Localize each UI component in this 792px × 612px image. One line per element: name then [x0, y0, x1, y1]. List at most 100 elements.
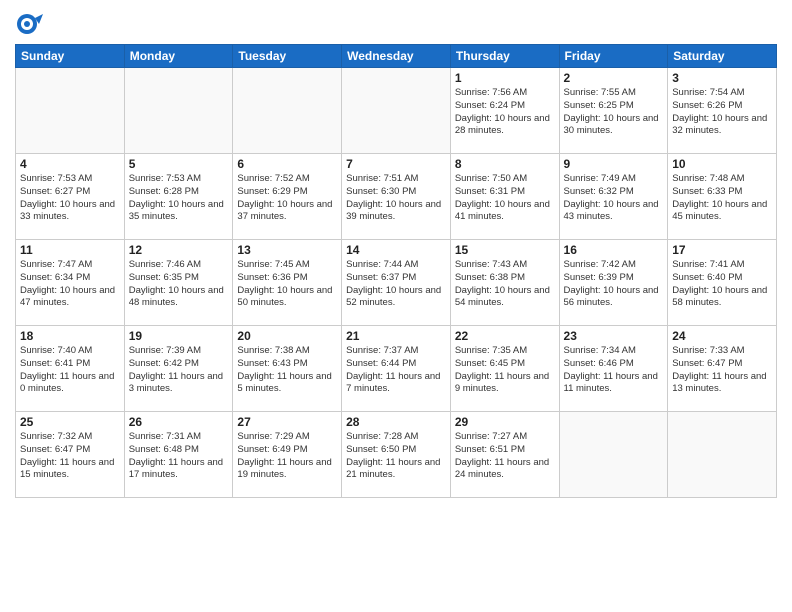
- day-detail: Sunrise: 7:37 AM Sunset: 6:44 PM Dayligh…: [346, 345, 446, 396]
- calendar-cell: 21 Sunrise: 7:37 AM Sunset: 6:44 PM Dayli…: [342, 326, 451, 412]
- day-number: 6: [237, 157, 337, 171]
- day-detail: Sunrise: 7:27 AM Sunset: 6:51 PM Dayligh…: [455, 431, 555, 482]
- day-detail: Sunrise: 7:43 AM Sunset: 6:38 PM Dayligh…: [455, 259, 555, 310]
- calendar-cell: 28 Sunrise: 7:28 AM Sunset: 6:50 PM Dayli…: [342, 412, 451, 498]
- calendar-cell: [124, 68, 233, 154]
- calendar-cell: 3Sunrise: 7:54 AM Sunset: 6:26 PM Daylig…: [668, 68, 777, 154]
- day-detail: Sunrise: 7:44 AM Sunset: 6:37 PM Dayligh…: [346, 259, 446, 310]
- calendar-cell: 26Sunrise: 7:31 AM Sunset: 6:48 PM Dayli…: [124, 412, 233, 498]
- day-number: 12: [129, 243, 229, 257]
- calendar-cell: 18 Sunrise: 7:40 AM Sunset: 6:41 PM Dayli…: [16, 326, 125, 412]
- day-detail: Sunrise: 7:56 AM Sunset: 6:24 PM Dayligh…: [455, 87, 555, 138]
- day-number: 13: [237, 243, 337, 257]
- calendar-cell: 27 Sunrise: 7:29 AM Sunset: 6:49 PM Dayli…: [233, 412, 342, 498]
- week-row-5: 25 Sunrise: 7:32 AM Sunset: 6:47 PM Dayli…: [16, 412, 777, 498]
- day-detail: Sunrise: 7:35 AM Sunset: 6:45 PM Dayligh…: [455, 345, 555, 396]
- weekday-header-friday: Friday: [559, 45, 668, 68]
- day-detail: Sunrise: 7:48 AM Sunset: 6:33 PM Dayligh…: [672, 173, 772, 224]
- calendar-cell: 24 Sunrise: 7:33 AM Sunset: 6:47 PM Dayli…: [668, 326, 777, 412]
- calendar-cell: 23 Sunrise: 7:34 AM Sunset: 6:46 PM Dayli…: [559, 326, 668, 412]
- day-number: 25: [20, 415, 120, 429]
- day-detail: Sunrise: 7:28 AM Sunset: 6:50 PM Dayligh…: [346, 431, 446, 482]
- day-number: 23: [564, 329, 664, 343]
- logo-icon: [15, 10, 43, 38]
- day-number: 29: [455, 415, 555, 429]
- calendar-header: SundayMondayTuesdayWednesdayThursdayFrid…: [16, 45, 777, 68]
- logo: [15, 10, 47, 38]
- day-number: 2: [564, 71, 664, 85]
- day-number: 10: [672, 157, 772, 171]
- calendar-cell: 9 Sunrise: 7:49 AM Sunset: 6:32 PM Daylig…: [559, 154, 668, 240]
- day-detail: Sunrise: 7:54 AM Sunset: 6:26 PM Dayligh…: [672, 87, 772, 138]
- calendar-cell: 13Sunrise: 7:45 AM Sunset: 6:36 PM Dayli…: [233, 240, 342, 326]
- day-number: 21: [346, 329, 446, 343]
- weekday-header-sunday: Sunday: [16, 45, 125, 68]
- day-detail: Sunrise: 7:29 AM Sunset: 6:49 PM Dayligh…: [237, 431, 337, 482]
- day-number: 19: [129, 329, 229, 343]
- day-number: 22: [455, 329, 555, 343]
- day-detail: Sunrise: 7:38 AM Sunset: 6:43 PM Dayligh…: [237, 345, 337, 396]
- calendar-cell: 11Sunrise: 7:47 AM Sunset: 6:34 PM Dayli…: [16, 240, 125, 326]
- week-row-1: 1 Sunrise: 7:56 AM Sunset: 6:24 PM Daylig…: [16, 68, 777, 154]
- calendar-table: SundayMondayTuesdayWednesdayThursdayFrid…: [15, 44, 777, 498]
- day-detail: Sunrise: 7:51 AM Sunset: 6:30 PM Dayligh…: [346, 173, 446, 224]
- day-number: 1: [455, 71, 555, 85]
- day-number: 15: [455, 243, 555, 257]
- day-number: 27: [237, 415, 337, 429]
- day-detail: Sunrise: 7:33 AM Sunset: 6:47 PM Dayligh…: [672, 345, 772, 396]
- day-detail: Sunrise: 7:46 AM Sunset: 6:35 PM Dayligh…: [129, 259, 229, 310]
- day-detail: Sunrise: 7:47 AM Sunset: 6:34 PM Dayligh…: [20, 259, 120, 310]
- day-number: 18: [20, 329, 120, 343]
- weekday-header-tuesday: Tuesday: [233, 45, 342, 68]
- day-number: 5: [129, 157, 229, 171]
- calendar-cell: 25 Sunrise: 7:32 AM Sunset: 6:47 PM Dayli…: [16, 412, 125, 498]
- day-number: 26: [129, 415, 229, 429]
- page: SundayMondayTuesdayWednesdayThursdayFrid…: [0, 0, 792, 612]
- weekday-header-thursday: Thursday: [450, 45, 559, 68]
- calendar-cell: [668, 412, 777, 498]
- calendar-cell: 19Sunrise: 7:39 AM Sunset: 6:42 PM Dayli…: [124, 326, 233, 412]
- calendar-cell: [233, 68, 342, 154]
- calendar-cell: 1 Sunrise: 7:56 AM Sunset: 6:24 PM Daylig…: [450, 68, 559, 154]
- calendar-cell: 15 Sunrise: 7:43 AM Sunset: 6:38 PM Dayli…: [450, 240, 559, 326]
- day-number: 16: [564, 243, 664, 257]
- calendar-cell: 20 Sunrise: 7:38 AM Sunset: 6:43 PM Dayli…: [233, 326, 342, 412]
- weekday-header-saturday: Saturday: [668, 45, 777, 68]
- calendar-cell: [16, 68, 125, 154]
- calendar-cell: 8 Sunrise: 7:50 AM Sunset: 6:31 PM Daylig…: [450, 154, 559, 240]
- day-number: 24: [672, 329, 772, 343]
- day-detail: Sunrise: 7:55 AM Sunset: 6:25 PM Dayligh…: [564, 87, 664, 138]
- calendar-cell: 17 Sunrise: 7:41 AM Sunset: 6:40 PM Dayli…: [668, 240, 777, 326]
- calendar-cell: 29 Sunrise: 7:27 AM Sunset: 6:51 PM Dayli…: [450, 412, 559, 498]
- calendar-cell: [559, 412, 668, 498]
- day-detail: Sunrise: 7:53 AM Sunset: 6:28 PM Dayligh…: [129, 173, 229, 224]
- weekday-row: SundayMondayTuesdayWednesdayThursdayFrid…: [16, 45, 777, 68]
- day-detail: Sunrise: 7:50 AM Sunset: 6:31 PM Dayligh…: [455, 173, 555, 224]
- day-detail: Sunrise: 7:52 AM Sunset: 6:29 PM Dayligh…: [237, 173, 337, 224]
- day-detail: Sunrise: 7:49 AM Sunset: 6:32 PM Dayligh…: [564, 173, 664, 224]
- weekday-header-wednesday: Wednesday: [342, 45, 451, 68]
- calendar-cell: 2 Sunrise: 7:55 AM Sunset: 6:25 PM Daylig…: [559, 68, 668, 154]
- day-number: 14: [346, 243, 446, 257]
- calendar-cell: 10 Sunrise: 7:48 AM Sunset: 6:33 PM Dayli…: [668, 154, 777, 240]
- day-number: 17: [672, 243, 772, 257]
- day-detail: Sunrise: 7:42 AM Sunset: 6:39 PM Dayligh…: [564, 259, 664, 310]
- day-number: 28: [346, 415, 446, 429]
- calendar-cell: 5 Sunrise: 7:53 AM Sunset: 6:28 PM Daylig…: [124, 154, 233, 240]
- day-number: 7: [346, 157, 446, 171]
- calendar-cell: 12 Sunrise: 7:46 AM Sunset: 6:35 PM Dayli…: [124, 240, 233, 326]
- calendar-cell: 7 Sunrise: 7:51 AM Sunset: 6:30 PM Daylig…: [342, 154, 451, 240]
- calendar-cell: 14 Sunrise: 7:44 AM Sunset: 6:37 PM Dayli…: [342, 240, 451, 326]
- day-detail: Sunrise: 7:41 AM Sunset: 6:40 PM Dayligh…: [672, 259, 772, 310]
- calendar-cell: 22 Sunrise: 7:35 AM Sunset: 6:45 PM Dayli…: [450, 326, 559, 412]
- calendar-cell: [342, 68, 451, 154]
- day-detail: Sunrise: 7:32 AM Sunset: 6:47 PM Dayligh…: [20, 431, 120, 482]
- calendar-cell: 16 Sunrise: 7:42 AM Sunset: 6:39 PM Dayli…: [559, 240, 668, 326]
- day-number: 20: [237, 329, 337, 343]
- day-detail: Sunrise: 7:40 AM Sunset: 6:41 PM Dayligh…: [20, 345, 120, 396]
- day-detail: Sunrise: 7:34 AM Sunset: 6:46 PM Dayligh…: [564, 345, 664, 396]
- week-row-2: 4Sunrise: 7:53 AM Sunset: 6:27 PM Daylig…: [16, 154, 777, 240]
- day-number: 9: [564, 157, 664, 171]
- header: [15, 10, 777, 38]
- day-number: 8: [455, 157, 555, 171]
